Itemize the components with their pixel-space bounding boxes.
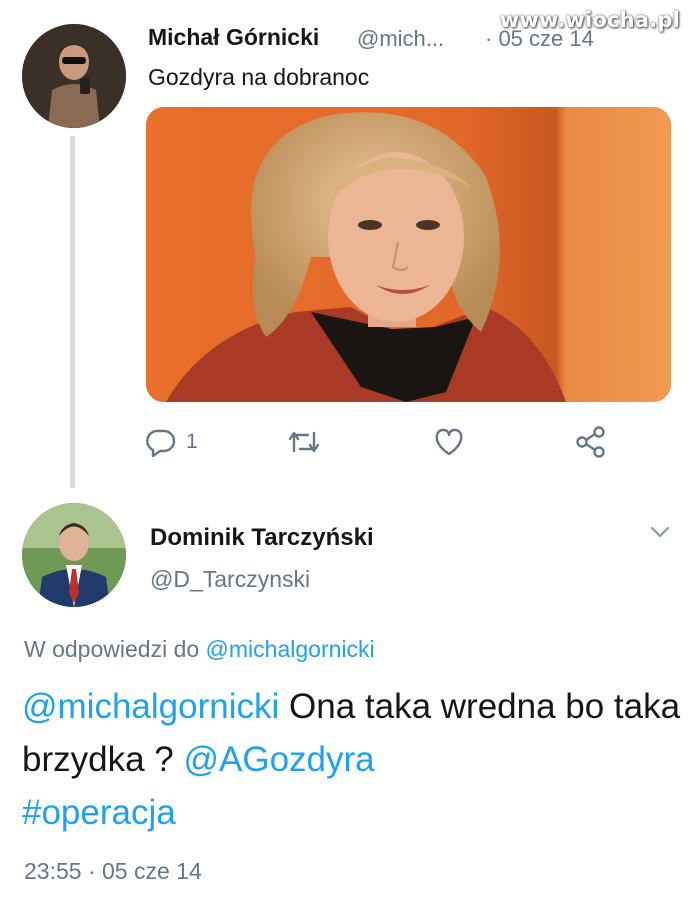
tweet-timestamp[interactable]: 23:55 · 05 cze 14 <box>24 858 202 885</box>
mention-link[interactable]: @AGozdyra <box>183 740 374 779</box>
retweet-button[interactable] <box>286 422 322 462</box>
reply-count: 1 <box>186 430 198 453</box>
author-handle[interactable]: @mich... <box>357 26 444 52</box>
mention-link[interactable]: @michalgornicki <box>22 687 279 726</box>
reply-icon <box>146 427 176 457</box>
like-button[interactable] <box>433 422 465 462</box>
chevron-down-icon[interactable] <box>648 522 672 547</box>
author-name[interactable]: Michał Górnicki <box>148 24 319 51</box>
share-button[interactable] <box>574 422 608 462</box>
avatar[interactable] <box>22 503 126 607</box>
tweet-date[interactable]: · 05 cze 14 <box>485 26 594 52</box>
tweet-photo[interactable] <box>146 107 671 402</box>
thread-line <box>70 136 75 488</box>
author-name[interactable]: Dominik Tarczyński <box>150 524 374 552</box>
share-icon <box>574 425 608 459</box>
tweet-text: @michalgornicki Ona taka wredna bo taka … <box>22 680 682 839</box>
reply-context: W odpowiedzi do @michalgornicki <box>24 636 375 663</box>
like-icon <box>433 427 465 457</box>
hashtag-link[interactable]: #operacja <box>22 793 176 832</box>
avatar[interactable] <box>22 24 126 128</box>
author-handle[interactable]: @D_Tarczynski <box>150 566 310 593</box>
tweet-text: Gozdyra na dobranoc <box>148 64 370 90</box>
retweet-icon <box>286 427 322 457</box>
reply-prefix: W odpowiedzi do <box>24 636 206 662</box>
reply-button[interactable]: 1 <box>146 422 198 462</box>
tweet-actions: 1 <box>146 422 671 462</box>
reply-to-link[interactable]: @michalgornicki <box>206 636 375 662</box>
